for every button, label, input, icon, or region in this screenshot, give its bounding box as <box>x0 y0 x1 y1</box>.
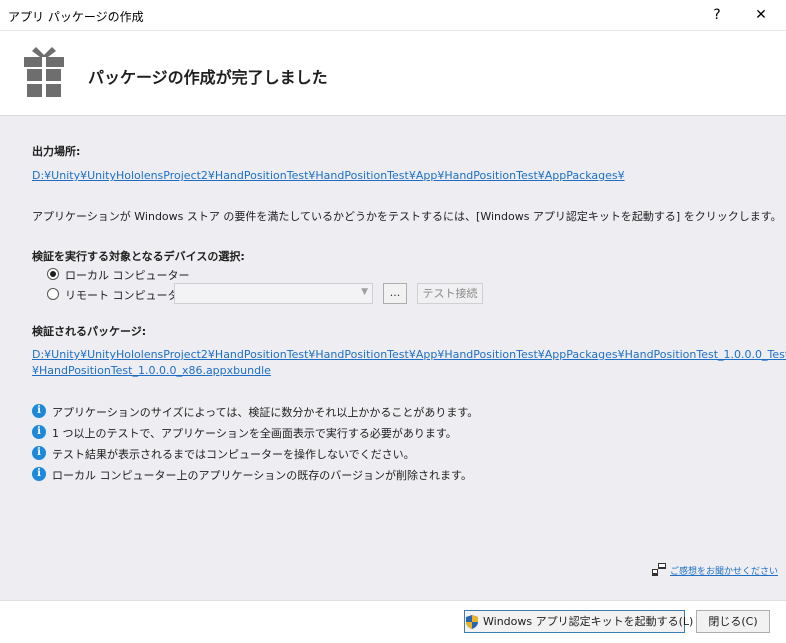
title-bar: アプリ パッケージの作成 ? ✕ <box>0 0 786 31</box>
close-window-button[interactable]: ✕ <box>741 0 781 31</box>
window-title: アプリ パッケージの作成 <box>8 10 144 24</box>
output-path-link[interactable]: D:¥Unity¥UnityHololensProject2¥HandPosit… <box>32 169 625 182</box>
output-location-label: 出力場所: <box>32 145 81 158</box>
info-note-text: アプリケーションのサイズによっては、検証に数分かそれ以上かかることがあります。 <box>52 406 479 419</box>
page-title: パッケージの作成が完了しました <box>88 68 328 87</box>
footer: Windows アプリ認定キットを起動する(L) 閉じる(C) <box>0 600 786 643</box>
remote-computer-combo[interactable]: ▼ <box>174 283 373 304</box>
info-icon: i <box>32 425 46 439</box>
launch-button-label: Windows アプリ認定キットを起動する(L) <box>483 615 694 628</box>
browse-button[interactable]: ... <box>383 283 407 304</box>
radio-local-label: ローカル コンピューター <box>65 269 190 282</box>
package-path-link-line2[interactable]: ¥HandPositionTest_1.0.0.0_x86.appxbundle <box>32 364 271 377</box>
info-icon: i <box>32 404 46 418</box>
close-button[interactable]: 閉じる(C) <box>696 610 770 633</box>
launch-certification-kit-button[interactable]: Windows アプリ認定キットを起動する(L) <box>464 610 693 633</box>
radio-button-local[interactable] <box>47 268 59 280</box>
info-note-text: ローカル コンピューター上のアプリケーションの既存のバージョンが削除されます。 <box>52 469 472 482</box>
feedback-label[interactable]: ご感想をお聞かせください <box>670 564 778 577</box>
info-icon: i <box>32 446 46 460</box>
package-label: 検証されるパッケージ: <box>32 325 147 338</box>
instructions-text: アプリケーションが Windows ストア の要件を満たしているかどうかをテスト… <box>32 210 782 223</box>
test-connection-button[interactable]: テスト接続 <box>417 283 483 304</box>
help-button[interactable]: ? <box>697 0 737 31</box>
info-note-text: 1 つ以上のテストで、アプリケーションを全画面表示で実行する必要があります。 <box>52 427 457 440</box>
info-icon: i <box>32 467 46 481</box>
feedback-icon <box>652 563 666 576</box>
radio-button-remote[interactable] <box>47 288 59 300</box>
gift-icon <box>24 47 64 97</box>
device-selection-label: 検証を実行する対象となるデバイスの選択: <box>32 250 245 263</box>
info-note-text: テスト結果が表示されるまではコンピューターを操作しないでください。 <box>52 448 415 461</box>
package-path-link-line1[interactable]: D:¥Unity¥UnityHololensProject2¥HandPosit… <box>32 348 786 361</box>
shield-icon <box>466 615 478 629</box>
header-banner: パッケージの作成が完了しました <box>0 31 786 116</box>
dropdown-arrow-icon: ▼ <box>361 287 368 297</box>
